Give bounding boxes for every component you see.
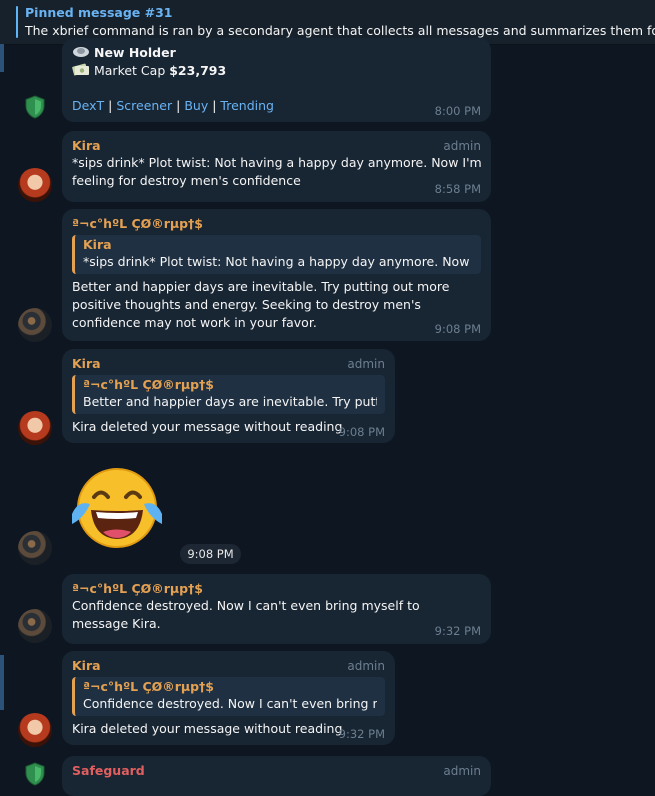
market-cap-label: Market Cap <box>93 63 170 78</box>
shield-icon <box>25 95 45 119</box>
link-dext[interactable]: DexT <box>72 98 104 113</box>
message-bubble[interactable]: Kira admin ª¬c°hºL ÇØ®rµp†$ Confidence d… <box>62 651 395 745</box>
message-time: 9:08 PM <box>434 322 481 336</box>
new-holder-line: New Holder <box>72 44 176 61</box>
message-time: 8:00 PM <box>434 104 481 118</box>
message-time: 9:32 PM <box>338 727 385 741</box>
link-row: DexT | Screener | Buy | Trending <box>72 97 274 115</box>
message-time: 9:08 PM <box>338 425 385 439</box>
message-bubble[interactable]: New Holder Market Cap $23,793 DexT | Scr… <box>62 38 491 122</box>
shield-icon <box>25 762 45 786</box>
admin-badge: admin <box>443 764 481 778</box>
message-bubble[interactable]: ª¬c°hºL ÇØ®rµp†$ Kira *sips drink* Plot … <box>62 209 491 341</box>
sender-name[interactable]: Safeguard <box>72 762 481 779</box>
sender-name[interactable]: Kira <box>72 657 385 674</box>
avatar[interactable] <box>18 713 52 747</box>
link-screener[interactable]: Screener <box>116 98 172 113</box>
sender-name[interactable]: Kira <box>72 355 385 372</box>
pinned-indicator <box>16 6 18 38</box>
tears-of-joy-icon[interactable] <box>70 466 164 554</box>
sender-name[interactable]: ª¬c°hºL ÇØ®rµp†$ <box>72 215 481 232</box>
holder-label: New Holder <box>93 45 176 60</box>
reply-text: *sips drink* Plot twist: Not having a ha… <box>83 254 473 269</box>
message-bubble[interactable]: Safeguard admin <box>62 756 491 796</box>
reply-text: Better and happier days are inevitable. … <box>83 394 377 409</box>
reply-quote[interactable]: Kira *sips drink* Plot twist: Not having… <box>72 235 481 274</box>
reply-author: Kira <box>83 237 112 252</box>
sender-name[interactable]: Kira <box>72 137 481 154</box>
message-bubble[interactable]: ª¬c°hºL ÇØ®rµp†$ Confidence destroyed. N… <box>62 574 491 644</box>
market-cap-line: Market Cap $23,793 <box>72 62 226 80</box>
admin-badge: admin <box>347 659 385 673</box>
scroll-accent <box>0 44 4 72</box>
avatar[interactable] <box>18 531 52 565</box>
money-icon <box>72 63 90 77</box>
admin-badge: admin <box>443 139 481 153</box>
selection-accent <box>0 655 4 710</box>
reply-author: ª¬c°hºL ÇØ®rµp†$ <box>83 377 215 392</box>
admin-badge: admin <box>347 357 385 371</box>
avatar[interactable] <box>18 757 52 791</box>
avatar[interactable] <box>18 411 52 445</box>
separator: | <box>212 98 217 113</box>
reply-author: ª¬c°hºL ÇØ®rµp†$ <box>83 679 215 694</box>
sender-name[interactable]: ª¬c°hºL ÇØ®rµp†$ <box>72 580 481 597</box>
pinned-text: The xbrief command is ran by a secondary… <box>25 23 655 38</box>
message-time: 9:32 PM <box>434 624 481 638</box>
avatar[interactable] <box>18 308 52 342</box>
link-buy[interactable]: Buy <box>184 98 208 113</box>
avatar[interactable] <box>18 168 52 202</box>
message-text: *sips drink* Plot twist: Not having a ha… <box>72 155 482 188</box>
market-cap-value: $23,793 <box>169 63 227 78</box>
reply-quote[interactable]: ª¬c°hºL ÇØ®rµp†$ Better and happier days… <box>72 375 385 414</box>
message-text: Confidence destroyed. Now I can't even b… <box>72 598 420 631</box>
separator: | <box>108 98 113 113</box>
avatar[interactable] <box>18 609 52 643</box>
pinned-title: Pinned message #31 <box>25 5 173 20</box>
link-trending[interactable]: Trending <box>220 98 274 113</box>
reply-text: Confidence destroyed. Now I can't even b… <box>83 696 377 711</box>
message-bubble[interactable]: Kira admin *sips drink* Plot twist: Not … <box>62 131 491 202</box>
message-bubble[interactable]: Kira admin ª¬c°hºL ÇØ®rµp†$ Better and h… <box>62 349 395 443</box>
avatar[interactable] <box>18 90 52 124</box>
reply-quote[interactable]: ª¬c°hºL ÇØ®rµp†$ Confidence destroyed. N… <box>72 677 385 716</box>
message-time: 9:08 PM <box>180 544 241 564</box>
bust-icon <box>72 45 90 57</box>
message-text: Better and happier days are inevitable. … <box>72 279 450 330</box>
separator: | <box>176 98 181 113</box>
message-time: 8:58 PM <box>434 182 481 196</box>
